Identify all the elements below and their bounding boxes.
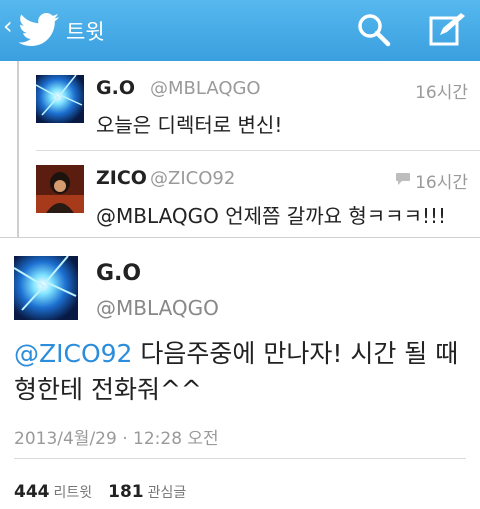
avatar[interactable] <box>36 75 84 123</box>
twitter-bird-icon[interactable] <box>18 13 60 47</box>
main-tweet-text-line1: 다음주중에 만나자! 시간 될 때 <box>132 339 459 368</box>
tweet-author-name[interactable]: G.O <box>96 77 135 99</box>
tweet-author-handle[interactable]: @ZICO92 <box>150 168 235 189</box>
tweet-stats: 444 리트윗 181 관심글 <box>14 482 202 502</box>
favorites-label: 관심글 <box>147 485 187 501</box>
main-tweet-author-name[interactable]: G.O <box>96 261 141 286</box>
chevron-left-icon[interactable]: ‹ <box>3 14 13 38</box>
divider <box>14 458 466 459</box>
tweet-author-name[interactable]: ZICO <box>96 167 147 189</box>
conversation-tweet[interactable]: G.O @MBLAQGO 16시간 오늘은 디렉터로 변신! <box>0 61 480 150</box>
favorites-count: 181 <box>108 482 144 502</box>
avatar[interactable] <box>36 165 84 213</box>
divider <box>0 237 480 238</box>
avatar[interactable] <box>14 256 78 320</box>
compose-icon[interactable] <box>428 11 466 47</box>
tweet-timestamp: 2013/4월/29 · 12:28 오전 <box>14 429 219 449</box>
search-icon[interactable] <box>356 12 392 48</box>
top-app-bar: ‹ 트윗 <box>0 0 480 61</box>
tweet-text: @MBLAQGO 언제쯤 갈까요 형ㅋㅋㅋ!!! <box>96 204 447 228</box>
retweet-stat[interactable]: 444 리트윗 <box>14 482 108 502</box>
tweet-author-handle[interactable]: @MBLAQGO <box>150 78 261 99</box>
retweets-count: 444 <box>14 482 50 502</box>
speech-bubble-icon <box>396 173 410 185</box>
tweet-time: 16시간 <box>415 83 468 103</box>
main-tweet-text-line2: 형한테 전화줘^^ <box>14 375 202 404</box>
conversation-tweet[interactable]: ZICO @ZICO92 16시간 @MBLAQGO 언제쯤 갈까요 형ㅋㅋㅋ!… <box>0 151 480 237</box>
page-title: 트윗 <box>66 20 105 44</box>
mention-link[interactable]: @ZICO92 <box>14 339 132 368</box>
main-tweet-text: @ZICO92 다음주중에 만나자! 시간 될 때 형한테 전화줘^^ <box>14 336 474 408</box>
main-tweet-author-handle[interactable]: @MBLAQGO <box>96 296 219 320</box>
tweet-time: 16시간 <box>415 173 468 193</box>
tweet-text: 오늘은 디렉터로 변신! <box>96 113 283 137</box>
retweets-label: 리트윗 <box>53 485 93 501</box>
favorite-stat[interactable]: 181 관심글 <box>108 482 202 502</box>
